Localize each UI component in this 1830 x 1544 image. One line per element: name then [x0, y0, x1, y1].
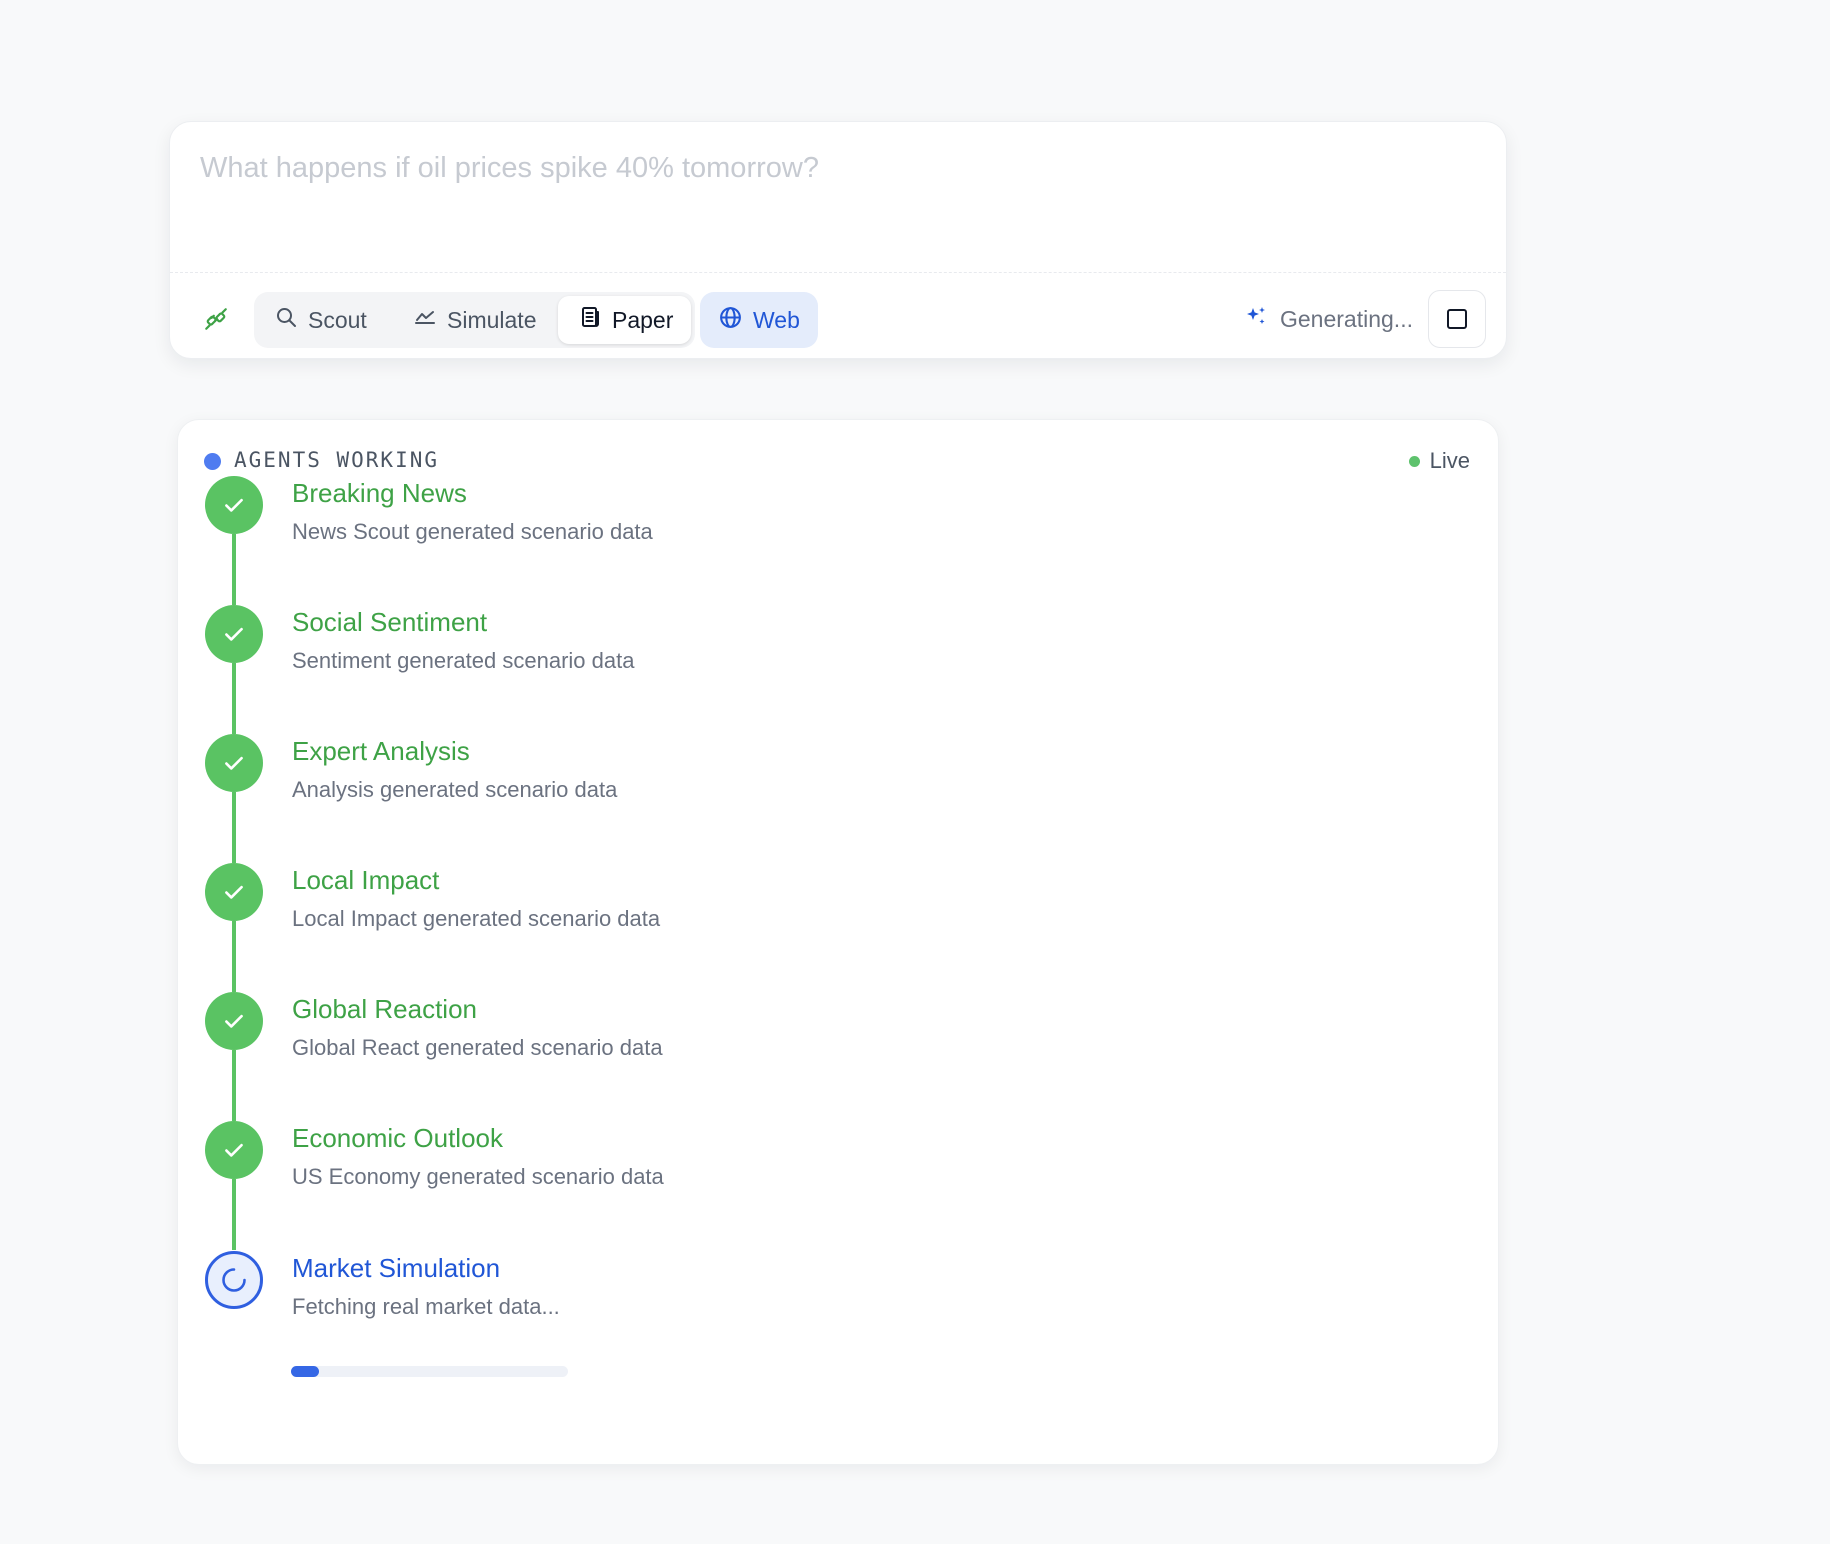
- step-title: Economic Outlook: [292, 1123, 503, 1153]
- step-title: Market Simulation: [292, 1253, 501, 1283]
- step-title: Social Sentiment: [292, 607, 488, 637]
- agent-step-economic-outlook: Economic Outlook US Economy generated sc…: [178, 1036, 1498, 1250]
- paper-mode-label: Paper: [612, 306, 674, 333]
- scout-mode-button[interactable]: Scout: [254, 296, 387, 344]
- line-chart-icon: [413, 305, 437, 335]
- prompt-composer: What happens if oil prices spike 40% tom…: [169, 121, 1507, 359]
- simulate-mode-label: Simulate: [447, 306, 537, 333]
- agents-panel: AGENTS WORKING Live Breaking News News S…: [177, 419, 1499, 1465]
- agent-step-breaking-news: Breaking News News Scout generated scena…: [178, 391, 1498, 605]
- stop-button[interactable]: [1428, 290, 1486, 348]
- step-title: Global Reaction: [292, 994, 477, 1024]
- simulate-mode-button[interactable]: Simulate: [393, 296, 556, 344]
- plug-icon[interactable]: [202, 305, 230, 333]
- document-icon: [578, 305, 602, 335]
- step-title: Expert Analysis: [292, 736, 470, 766]
- mode-selector: Scout Simulate Paper: [254, 292, 695, 348]
- step-title: Local Impact: [292, 865, 440, 895]
- stop-icon: [1447, 309, 1467, 329]
- globe-icon: [718, 305, 743, 336]
- scout-mode-label: Scout: [308, 306, 367, 333]
- web-toggle-button[interactable]: Web: [700, 292, 818, 348]
- agent-step-expert-analysis: Expert Analysis Analysis generated scena…: [178, 649, 1498, 863]
- sparkles-icon: [1244, 304, 1268, 334]
- web-toggle-label: Web: [753, 306, 800, 333]
- agent-step-social-sentiment: Social Sentiment Sentiment generated sce…: [178, 520, 1498, 734]
- agent-step-local-impact: Local Impact Local Impact generated scen…: [178, 778, 1498, 992]
- generating-status: Generating...: [1244, 290, 1413, 348]
- paper-mode-button[interactable]: Paper: [558, 296, 691, 344]
- composer-toolbar: Scout Simulate Paper Web Generating...: [170, 290, 1506, 348]
- agent-step-global-reaction: Global Reaction Global React generated s…: [178, 907, 1498, 1121]
- spinner-icon: [205, 1251, 263, 1309]
- generating-label: Generating...: [1280, 305, 1413, 332]
- prompt-input[interactable]: What happens if oil prices spike 40% tom…: [200, 152, 819, 185]
- step-description: Fetching real market data...: [292, 1294, 560, 1319]
- step-title: Breaking News: [292, 478, 467, 508]
- composer-divider: [170, 272, 1506, 273]
- search-icon: [274, 305, 298, 335]
- agent-step-market-simulation: Market Simulation Fetching real market d…: [178, 1166, 1498, 1319]
- market-simulation-progress: [291, 1366, 568, 1377]
- progress-fill: [291, 1366, 319, 1377]
